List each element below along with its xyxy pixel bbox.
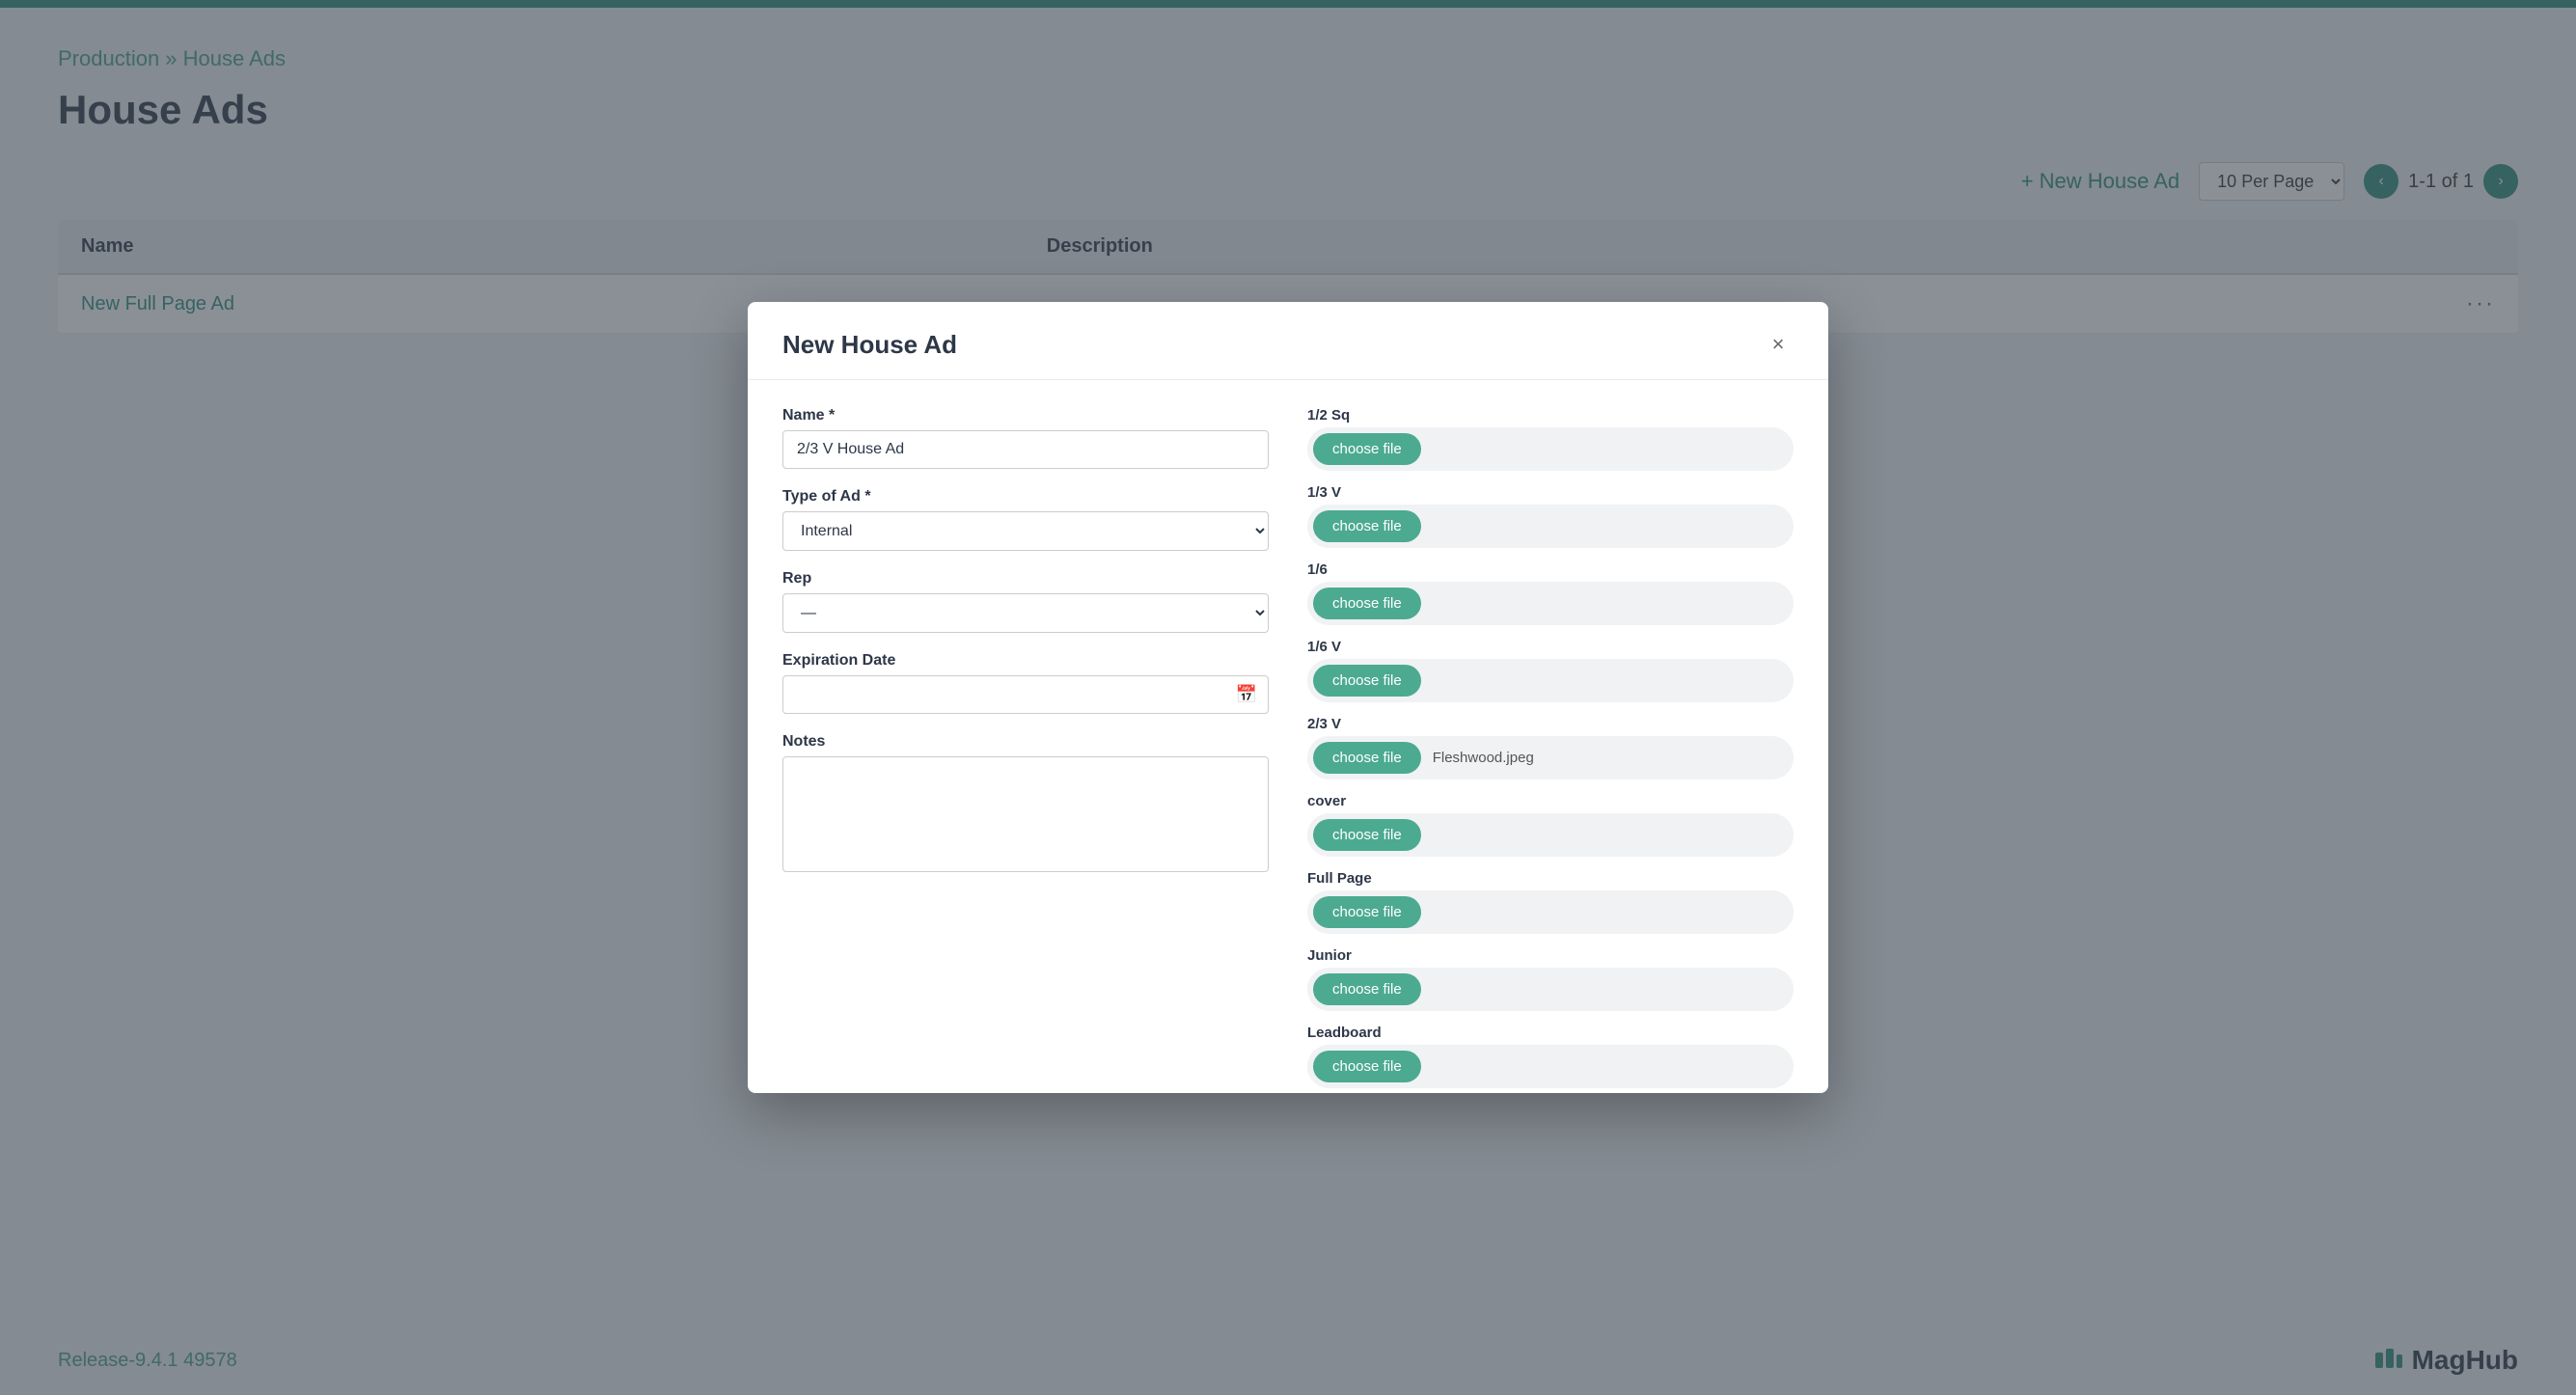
notes-field-group: Notes [782, 733, 1269, 872]
file-input-row-0: choose file [1307, 427, 1794, 471]
file-section-2-3-v: 2/3 V choose file Fleshwood.jpeg [1307, 716, 1794, 780]
choose-file-button-4[interactable]: choose file [1313, 742, 1421, 774]
expiration-label: Expiration Date [782, 652, 1269, 670]
modal-header: New House Ad × [748, 302, 1828, 380]
close-button[interactable]: × [1763, 329, 1794, 360]
file-label-6: Full Page [1307, 870, 1794, 887]
file-input-row-8: choose file [1307, 1045, 1794, 1088]
right-column: 1/2 Sq choose file 1/3 V choose file 1/6 choo… [1307, 407, 1794, 1088]
file-label-1: 1/3 V [1307, 484, 1794, 501]
file-label-2: 1/6 [1307, 561, 1794, 578]
file-section-cover: cover choose file [1307, 793, 1794, 857]
left-column: Name * Type of Ad * Internal External Re… [782, 407, 1269, 1088]
file-section-junior: Junior choose file [1307, 947, 1794, 1011]
type-label: Type of Ad * [782, 488, 1269, 506]
file-section-1-3-v: 1/3 V choose file [1307, 484, 1794, 548]
file-section-leadboard: Leadboard choose file [1307, 1025, 1794, 1088]
name-field-group: Name * [782, 407, 1269, 469]
file-label-7: Junior [1307, 947, 1794, 964]
file-name-4: Fleshwood.jpeg [1429, 750, 1534, 766]
choose-file-button-3[interactable]: choose file [1313, 665, 1421, 697]
modal-body: Name * Type of Ad * Internal External Re… [748, 380, 1828, 1093]
file-section-1-6: 1/6 choose file [1307, 561, 1794, 625]
file-label-5: cover [1307, 793, 1794, 809]
file-label-0: 1/2 Sq [1307, 407, 1794, 424]
file-input-row-3: choose file [1307, 659, 1794, 702]
file-input-row-2: choose file [1307, 582, 1794, 625]
notes-label: Notes [782, 733, 1269, 751]
file-input-row-4: choose file Fleshwood.jpeg [1307, 736, 1794, 780]
rep-field-group: Rep — [782, 570, 1269, 633]
file-input-row-5: choose file [1307, 813, 1794, 857]
name-input[interactable] [782, 430, 1269, 469]
file-input-row-6: choose file [1307, 890, 1794, 934]
file-input-row-1: choose file [1307, 505, 1794, 548]
file-label-4: 2/3 V [1307, 716, 1794, 732]
file-section-full-page: Full Page choose file [1307, 870, 1794, 934]
expiration-input[interactable] [782, 675, 1269, 714]
file-input-row-7: choose file [1307, 968, 1794, 1011]
modal-overlay: New House Ad × Name * Type of Ad * Inter… [0, 0, 2576, 1395]
file-section-1-2-sq: 1/2 Sq choose file [1307, 407, 1794, 471]
type-field-group: Type of Ad * Internal External [782, 488, 1269, 551]
name-label: Name * [782, 407, 1269, 424]
choose-file-button-2[interactable]: choose file [1313, 588, 1421, 619]
notes-textarea[interactable] [782, 756, 1269, 872]
choose-file-button-6[interactable]: choose file [1313, 896, 1421, 928]
choose-file-button-8[interactable]: choose file [1313, 1051, 1421, 1082]
file-label-3: 1/6 V [1307, 639, 1794, 655]
calendar-icon: 📅 [1236, 685, 1257, 705]
new-house-ad-modal: New House Ad × Name * Type of Ad * Inter… [748, 302, 1828, 1093]
choose-file-button-7[interactable]: choose file [1313, 973, 1421, 1005]
choose-file-button-5[interactable]: choose file [1313, 819, 1421, 851]
expiration-field-group: Expiration Date 📅 [782, 652, 1269, 714]
choose-file-button-1[interactable]: choose file [1313, 510, 1421, 542]
modal-title: New House Ad [782, 330, 957, 360]
date-wrapper: 📅 [782, 675, 1269, 714]
rep-select[interactable]: — [782, 593, 1269, 633]
choose-file-button-0[interactable]: choose file [1313, 433, 1421, 465]
type-select[interactable]: Internal External [782, 511, 1269, 551]
file-label-8: Leadboard [1307, 1025, 1794, 1041]
rep-label: Rep [782, 570, 1269, 588]
file-section-1-6-v: 1/6 V choose file [1307, 639, 1794, 702]
